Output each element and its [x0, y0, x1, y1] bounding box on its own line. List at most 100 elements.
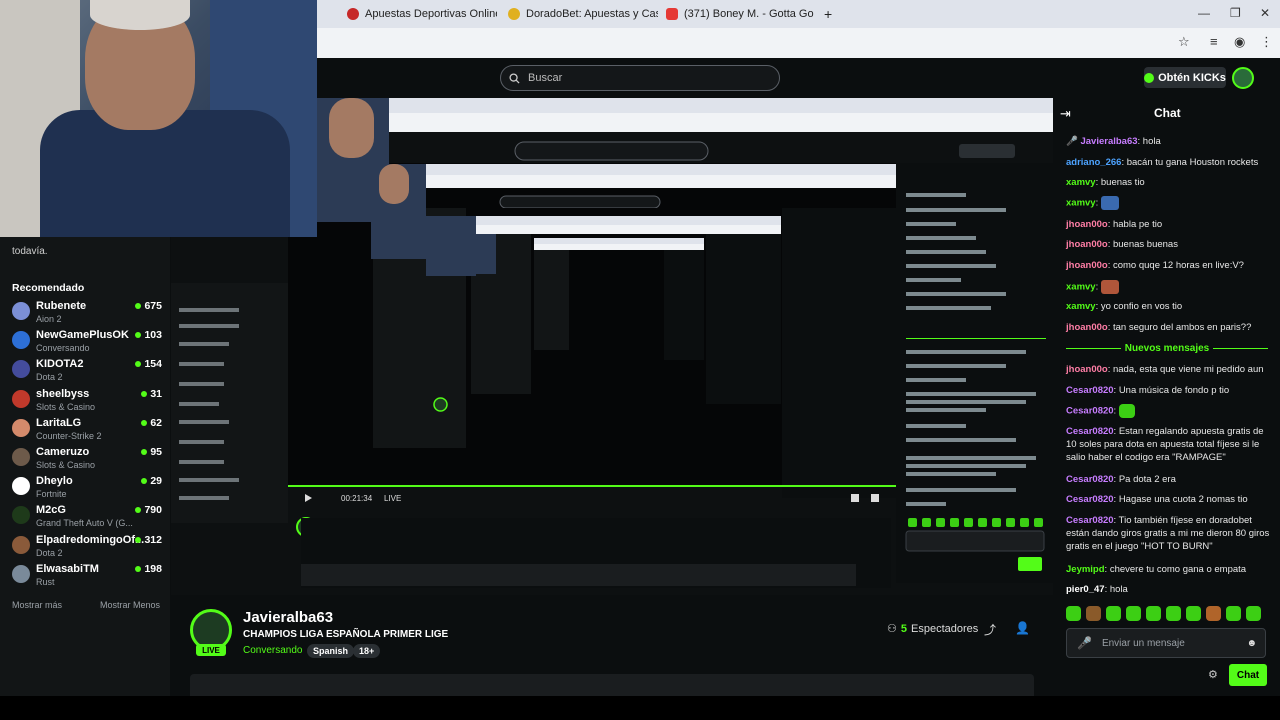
sidebar-channel-item[interactable]: LaritaLG Counter-Strike 2 62: [12, 417, 162, 445]
sidebar-channel-item[interactable]: Dheylo Fortnite 29: [12, 475, 162, 503]
share-icon[interactable]: ⤴: [984, 621, 996, 638]
microphone-icon[interactable]: 🎤: [1077, 636, 1092, 650]
chat-username[interactable]: Cesar0820: [1066, 474, 1114, 485]
emote-icon[interactable]: [1086, 606, 1101, 621]
sidebar-channel-item[interactable]: M2cG Grand Theft Auto V (G... 790: [12, 504, 162, 532]
browser-tab-apuestas[interactable]: Apuestas Deportivas Online | A ✕: [347, 4, 497, 24]
get-kicks-button[interactable]: Obtén KICKs: [1144, 67, 1226, 88]
viewer-number: 154: [144, 358, 162, 371]
sidebar-channel-item[interactable]: Rubenete Aion 2 675: [12, 300, 162, 328]
chat-username[interactable]: xamvy: [1066, 282, 1096, 293]
emote-icon[interactable]: [1126, 606, 1141, 621]
chat-text: :: [1095, 197, 1099, 209]
chat-username[interactable]: Javieralba63: [1080, 136, 1137, 147]
channel-name: Dheylo: [36, 475, 73, 488]
live-dot-icon: [135, 303, 142, 309]
chat-username[interactable]: Jeymipd: [1066, 564, 1105, 575]
show-more-link[interactable]: Mostrar más: [12, 600, 62, 610]
chat-username[interactable]: xamvy: [1066, 198, 1096, 209]
divider-line: [1066, 347, 1121, 349]
chat-username[interactable]: Cesar0820: [1066, 385, 1114, 396]
youtube-icon: [666, 8, 678, 20]
emote-icon[interactable]: [1246, 606, 1261, 621]
chat-text: : chevere tu como gana o empata: [1104, 564, 1247, 575]
chat-message: xamvy: yo confio en vos tio: [1066, 300, 1272, 313]
tag-language[interactable]: Spanish: [307, 644, 355, 658]
taskbar-strip: [0, 696, 1280, 720]
microphone-icon: 🎤: [1066, 136, 1081, 147]
search-input[interactable]: Buscar: [500, 65, 780, 91]
new-tab-button[interactable]: +: [824, 4, 838, 24]
chat-message: jhoan00o: buenas buenas: [1066, 238, 1272, 251]
sidebar-channel-item[interactable]: ElwasabiTM Rust 198: [12, 563, 162, 591]
sidebar-channel-item[interactable]: Cameruzo Slots & Casino 95: [12, 446, 162, 474]
stream-title: CHAMPIOS LIGA ESPAÑOLA PRIMER LIGE: [243, 629, 449, 640]
browser-tab-doradobet[interactable]: DoradoBet: Apuestas y Casino ✕: [508, 4, 658, 24]
close-window-button[interactable]: ✕: [1260, 6, 1270, 20]
chat-send-button[interactable]: Chat: [1229, 664, 1267, 686]
tab-title: DoradoBet: Apuestas y Casino: [526, 8, 658, 20]
channel-viewers: 790: [135, 504, 162, 516]
chat-message: jhoan00o: tan seguro del ambos en paris?…: [1066, 321, 1272, 334]
chat-username[interactable]: jhoan00o: [1066, 260, 1108, 271]
sidebar-channel-item[interactable]: NewGamePlusOK Conversando 103: [12, 329, 162, 357]
menu-dots-icon[interactable]: ⋮: [1260, 34, 1273, 50]
chat-text: : buenas tio: [1095, 177, 1145, 188]
get-kicks-label: Obtén KICKs: [1158, 71, 1226, 84]
chat-username[interactable]: jhoan00o: [1066, 219, 1108, 230]
channel-category: Slots & Casino: [36, 460, 96, 470]
chat-message: xamvy:: [1066, 196, 1272, 210]
emote-icon[interactable]: [1206, 606, 1221, 621]
minimize-button[interactable]: —: [1198, 6, 1210, 20]
emote-icon[interactable]: [1166, 606, 1181, 621]
emote-icon[interactable]: [1106, 606, 1121, 621]
maximize-button[interactable]: ❐: [1230, 6, 1241, 20]
sidebar-channel-item[interactable]: sheelbyss Slots & Casino 31: [12, 388, 162, 416]
emote-icon[interactable]: [1146, 606, 1161, 621]
chat-username[interactable]: adriano_266: [1066, 157, 1121, 168]
channel-name: NewGamePlusOK: [36, 329, 129, 342]
emote-icon[interactable]: [1066, 606, 1081, 621]
tag-age[interactable]: 18+: [353, 644, 381, 658]
channel-category: Grand Theft Auto V (G...: [36, 518, 133, 529]
media-control-icon[interactable]: ≡: [1210, 34, 1218, 49]
collapse-chat-icon[interactable]: ⇥: [1060, 106, 1071, 122]
chat-message: Cesar0820: Estan regalando apuesta grati…: [1066, 425, 1272, 464]
follow-user-icon[interactable]: 👤: [1015, 621, 1030, 635]
chat-username[interactable]: Cesar0820: [1066, 426, 1114, 437]
browser-tab-youtube[interactable]: (371) Boney M. - Gotta Go 🔊 ✕: [666, 4, 816, 24]
channel-avatar: [12, 389, 30, 408]
chat-username[interactable]: Cesar0820: [1066, 515, 1114, 526]
channel-viewers: 29: [141, 475, 162, 487]
chat-input[interactable]: 🎤 Enviar un mensaje ☻: [1066, 628, 1266, 658]
channel-avatar: [12, 535, 30, 554]
channel-viewers: 31: [141, 388, 162, 400]
chat-username[interactable]: pier0_47: [1066, 584, 1105, 595]
chat-username[interactable]: xamvy: [1066, 177, 1096, 188]
show-less-link[interactable]: Mostrar Menos: [100, 600, 160, 610]
chat-username[interactable]: Cesar0820: [1066, 406, 1114, 417]
user-avatar[interactable]: [1232, 67, 1254, 89]
live-dot-icon: [141, 449, 148, 455]
star-icon[interactable]: ☆: [1178, 34, 1190, 50]
streamer-name[interactable]: Javieralba63: [243, 609, 333, 626]
channel-category: Fortnite: [36, 489, 67, 500]
viewers-icon: ⚇: [887, 623, 897, 635]
gear-icon[interactable]: ⚙: [1208, 668, 1218, 681]
stream-category[interactable]: Conversando: [243, 645, 302, 656]
channel-avatar: [12, 331, 30, 350]
emote-bar: [1066, 606, 1266, 624]
viewer-number: 675: [144, 300, 162, 312]
chat-text: :: [1113, 405, 1117, 417]
chat-username[interactable]: jhoan00o: [1066, 364, 1108, 375]
sidebar-channel-item[interactable]: ElpadredomingoOf... Dota 2 312: [12, 534, 162, 562]
chat-username[interactable]: Cesar0820: [1066, 494, 1114, 505]
chat-username[interactable]: jhoan00o: [1066, 322, 1108, 333]
chat-username[interactable]: jhoan00o: [1066, 239, 1108, 250]
sidebar-channel-item[interactable]: KIDOTA2 Dota 2 154: [12, 358, 162, 386]
emote-icon[interactable]: [1226, 606, 1241, 621]
profile-icon[interactable]: ◉: [1234, 34, 1245, 50]
emote-icon[interactable]: [1186, 606, 1201, 621]
emoji-icon[interactable]: ☻: [1246, 638, 1257, 649]
chat-username[interactable]: xamvy: [1066, 301, 1096, 312]
